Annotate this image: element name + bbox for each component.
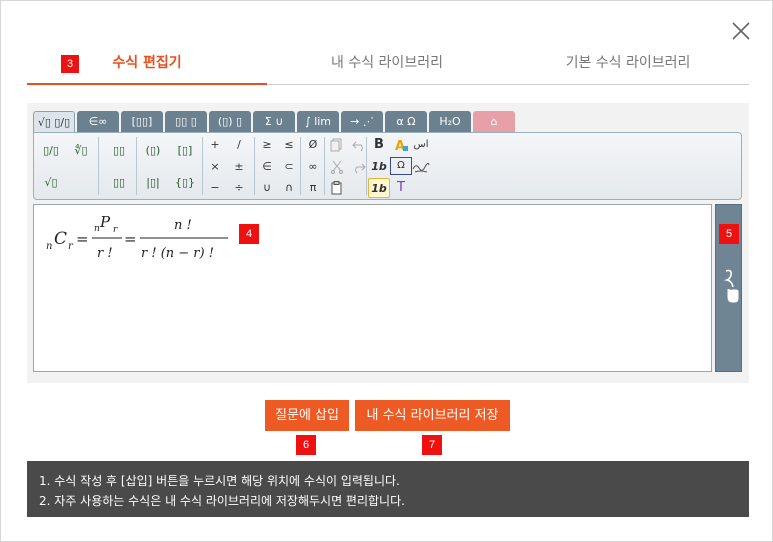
numer1-r: r [113, 225, 118, 235]
paren-icon[interactable]: (▯) [142, 141, 164, 161]
special-char-icon[interactable]: Ω [390, 157, 412, 175]
palette-tab-roots-fractions[interactable]: √▯ ▯/▯ [33, 111, 75, 133]
palette-tab-scripts[interactable]: ▯▯ ▯ [165, 111, 207, 133]
cut-icon[interactable] [326, 157, 348, 177]
bold-button[interactable]: B [368, 135, 390, 155]
fraction-icon[interactable]: ▯/▯ [40, 141, 62, 161]
pi-icon[interactable]: π [302, 178, 324, 198]
palette-tab-arrows[interactable]: → ⋰ [341, 111, 383, 133]
tab-bar: 수식 편집기 내 수식 라이브러리 기본 수식 라이브러리 [27, 51, 749, 85]
symbol-palette: ▯/▯ ∜▯ √▯ ▯▯ ▯▯ (▯) [▯] |▯| {▯} + / × ± … [33, 132, 742, 200]
plusminus-icon[interactable]: ± [228, 157, 250, 177]
equals-1: = [76, 230, 89, 248]
annotation-badge-4: 4 [239, 224, 259, 244]
slash-icon[interactable]: / [228, 135, 250, 155]
close-icon[interactable] [730, 20, 752, 42]
hand-pointer-icon [723, 269, 739, 303]
formula-display: n C r = n P r r ! = n ! r ! (n − r) ! [46, 213, 228, 261]
palette-tab-greek[interactable]: α Ω [385, 111, 427, 133]
minus-icon[interactable]: − [204, 178, 226, 198]
lhs-r: r [68, 241, 74, 252]
lhs-n: n [46, 241, 52, 252]
tab-my-library[interactable]: 내 수식 라이브러리 [267, 51, 507, 85]
numer2: n ! [174, 218, 192, 233]
insert-into-question-button[interactable]: 질문에 삽입 [265, 400, 349, 431]
equals-2: = [124, 230, 137, 248]
union-icon[interactable]: ∪ [256, 178, 278, 198]
nth-root-icon[interactable]: ∜▯ [70, 141, 92, 161]
divider [136, 137, 137, 195]
annotation-badge-7: 7 [422, 435, 442, 455]
italic-bold-button[interactable]: 1b [368, 157, 390, 177]
paste-icon[interactable] [326, 178, 348, 198]
superscript-icon[interactable]: ▯▯ [108, 141, 130, 161]
divider [300, 137, 301, 195]
plus-icon[interactable]: + [204, 135, 226, 155]
empty-set-icon[interactable]: Ø [302, 135, 324, 155]
subscript-icon[interactable]: ▯▯ [108, 173, 130, 193]
formula-canvas[interactable]: n C r = n P r r ! = n ! r ! (n − r) ! [33, 204, 712, 372]
denom1: r ! [97, 246, 113, 261]
palette-tab-integrals[interactable]: ∫ lim [297, 111, 339, 133]
intersection-icon[interactable]: ∩ [278, 178, 300, 198]
divider [254, 137, 255, 195]
palette-tab-extra[interactable]: ⌂ [473, 111, 515, 133]
palette-tab-matrix[interactable]: [▯▯] [121, 111, 163, 133]
palette-tab-sums[interactable]: Σ ∪ [253, 111, 295, 133]
abs-icon[interactable]: |▯| [142, 173, 164, 193]
formula-editor-dialog: 수식 편집기 내 수식 라이브러리 기본 수식 라이브러리 3 √▯ ▯/▯ ∈… [0, 0, 773, 542]
tab-basic-library[interactable]: 기본 수식 라이브러리 [507, 51, 749, 85]
lhs-C: C [54, 229, 67, 249]
rtl-text-icon[interactable]: اس [410, 135, 432, 155]
help-info-box: 1. 수식 작성 후 [삽입] 버튼을 누르시면 해당 위치에 수식이 입력됩니… [27, 461, 749, 517]
divider [324, 137, 325, 195]
help-line-1: 1. 수식 작성 후 [삽입] 버튼을 누르시면 해당 위치에 수식이 입력됩니… [39, 474, 400, 488]
denom2: r ! (n − r) ! [141, 246, 214, 261]
subset-icon[interactable]: ⊂ [278, 157, 300, 177]
element-of-icon[interactable]: ∈ [256, 157, 278, 177]
palette-tab-chemistry[interactable]: H₂O [429, 111, 471, 133]
brace-icon[interactable]: {▯} [174, 173, 196, 193]
annotation-badge-3: 3 [61, 55, 79, 73]
annotation-badge-6: 6 [296, 435, 316, 455]
ge-icon[interactable]: ≥ [256, 135, 278, 155]
divider [98, 137, 99, 195]
save-to-my-library-button[interactable]: 내 수식 라이브러리 저장 [355, 400, 510, 431]
italic-bold-active-button[interactable]: 1b [368, 178, 390, 198]
bracket-icon[interactable]: [▯] [174, 141, 196, 161]
divider [366, 137, 367, 195]
text-mode-button[interactable]: T [390, 178, 412, 198]
copy-icon[interactable] [326, 135, 348, 155]
palette-tab-sets[interactable]: ∈∞ [77, 111, 119, 133]
infinity-icon[interactable]: ∞ [302, 157, 324, 177]
color-text-icon[interactable]: A [390, 135, 412, 155]
divider [202, 137, 203, 195]
le-icon[interactable]: ≤ [278, 135, 300, 155]
annotation-badge-5: 5 [719, 224, 739, 244]
help-line-2: 2. 자주 사용하는 수식은 내 수식 라이브러리에 저장해두시면 편리합니다. [39, 494, 405, 508]
numer1-P: P [99, 213, 111, 231]
divide-icon[interactable]: ÷ [228, 178, 250, 198]
sqrt-icon[interactable]: √▯ [40, 173, 62, 193]
wave-text-icon[interactable] [410, 157, 432, 177]
times-icon[interactable]: × [204, 157, 226, 177]
palette-tab-brackets[interactable]: (▯) ▯ [209, 111, 251, 133]
